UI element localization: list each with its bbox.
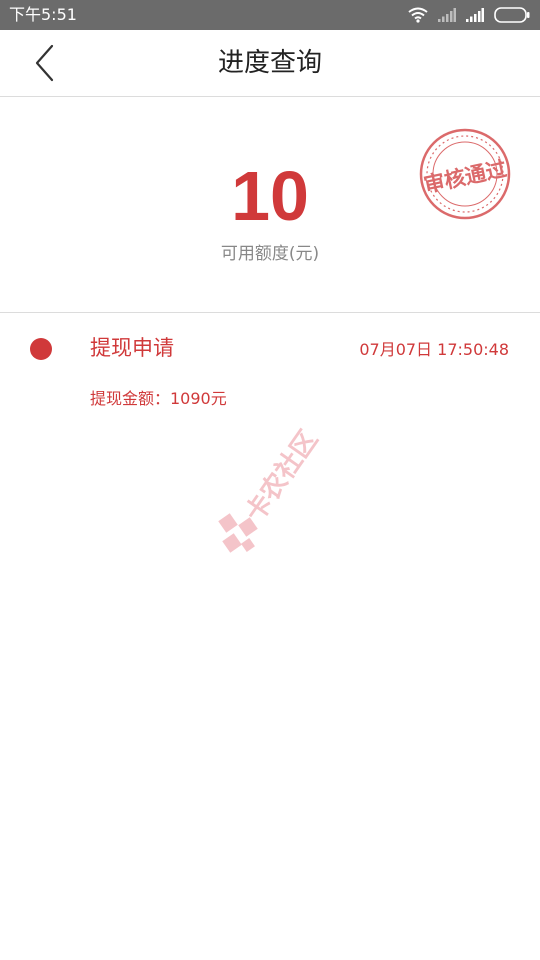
approved-stamp: 审核通过 [418,127,512,221]
status-dot-icon [30,338,52,360]
watermark-text: 卡农社区 [239,425,325,528]
battery-icon [494,7,530,23]
signal-icon [466,8,484,22]
status-icons [398,6,530,24]
record-amount: 提现金额：1090元 [90,389,227,408]
status-time: 下午5:51 [9,5,77,24]
available-credit-label: 可用额度(元) [220,244,320,264]
watermark-logo-icon [215,510,265,564]
wifi-icon [408,7,428,23]
record-title: 提现申请 [90,336,174,360]
record-timestamp: 07月07日 17:50:48 [359,340,509,359]
status-bar: 下午5:51 [0,0,540,30]
page-title: 进度查询 [217,48,322,78]
credit-summary: 10 可用额度(元) 审核通过 [0,97,540,313]
nav-bar: 进度查询 [0,30,540,97]
signal-icon [438,8,456,22]
progress-record: 提现申请 07月07日 17:50:48 提现金额：1090元 [0,313,540,433]
